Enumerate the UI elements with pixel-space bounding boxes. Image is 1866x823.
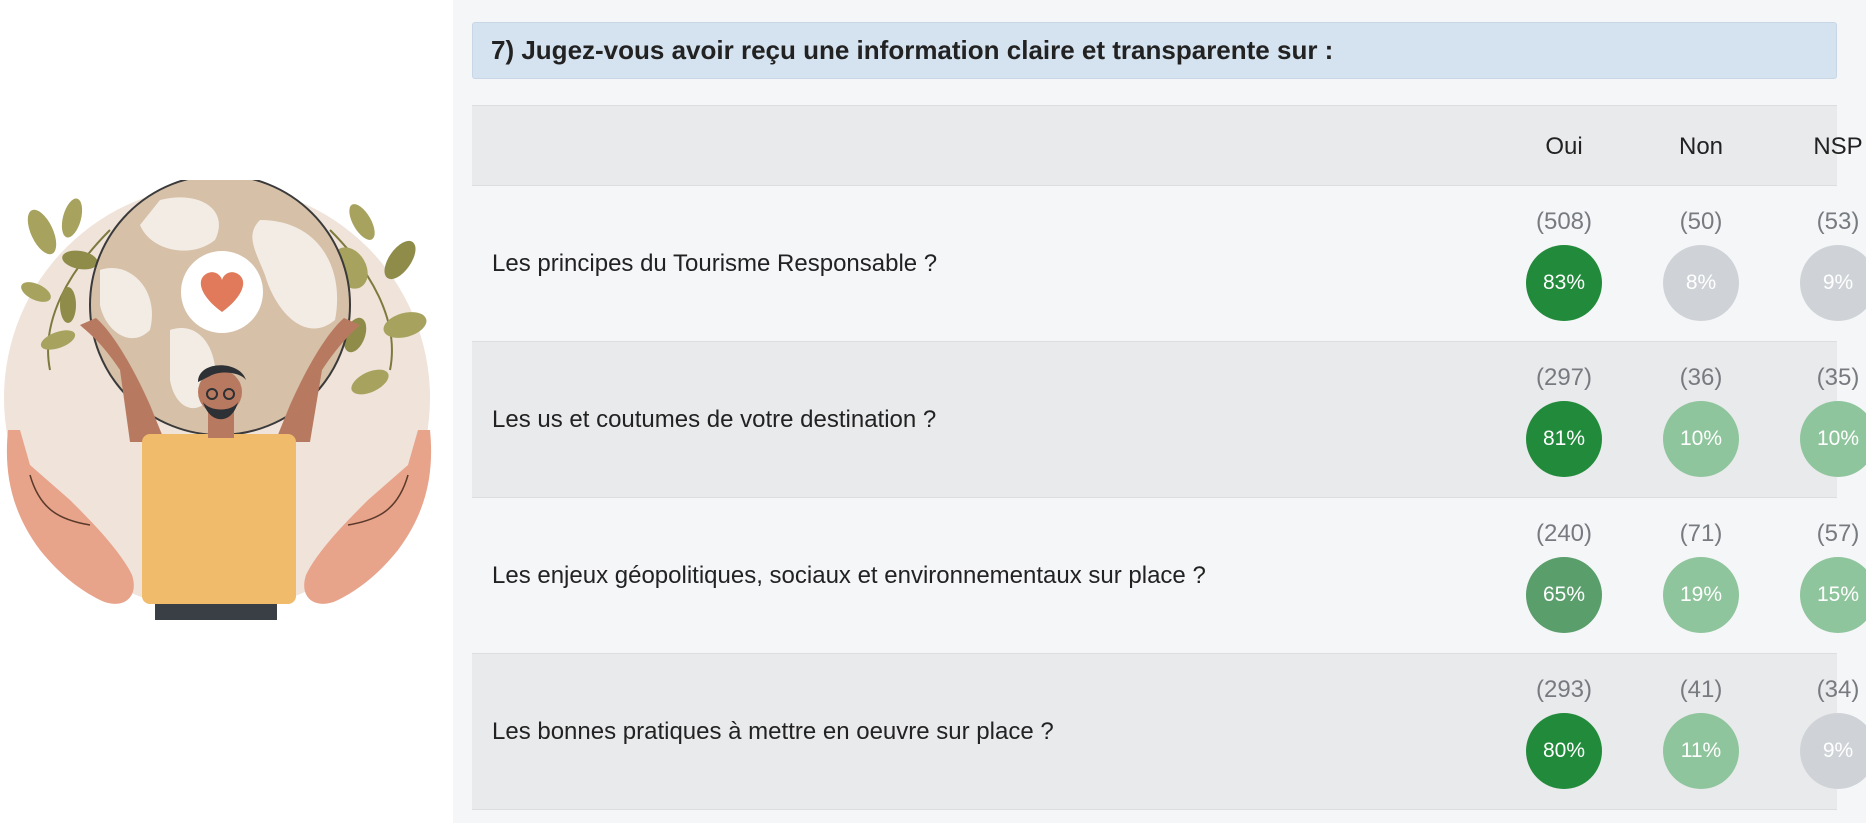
response-count: (71) <box>1679 520 1723 547</box>
cell-oui: (297) 81% <box>1509 364 1619 484</box>
results-table: Oui Non NSP Les principes du Tourisme Re… <box>472 105 1866 810</box>
table-row: Les principes du Tourisme Responsable ? … <box>472 186 1866 342</box>
column-header-nsp: NSP <box>1813 132 1863 160</box>
percentage-badge: 10% <box>1663 401 1739 477</box>
cell-nsp: (35) 10% <box>1783 364 1866 484</box>
percentage-badge: 11% <box>1663 713 1739 789</box>
cell-oui: (508) 83% <box>1509 208 1619 328</box>
response-count: (293) <box>1535 676 1593 703</box>
response-count: (41) <box>1679 676 1723 703</box>
cell-nsp: (34) 9% <box>1783 676 1866 796</box>
table-row: Les us et coutumes de votre destination … <box>472 342 1866 498</box>
column-header-non: Non <box>1678 132 1724 160</box>
cell-non: (50) 8% <box>1646 208 1756 328</box>
question-header: 7) Jugez-vous avoir reçu une information… <box>472 22 1837 79</box>
cell-non: (41) 11% <box>1646 676 1756 796</box>
row-label: Les enjeux géopolitiques, sociaux et env… <box>492 562 1206 589</box>
table-row: Les enjeux géopolitiques, sociaux et env… <box>472 498 1866 654</box>
response-count: (57) <box>1816 520 1860 547</box>
row-label: Les bonnes pratiques à mettre en oeuvre … <box>492 718 1054 745</box>
cell-oui: (293) 80% <box>1509 676 1619 796</box>
percentage-badge: 65% <box>1526 557 1602 633</box>
page: 7) Jugez-vous avoir reçu une information… <box>0 0 1866 823</box>
response-count: (508) <box>1535 208 1593 235</box>
column-header-oui: Oui <box>1545 132 1583 160</box>
percentage-badge: 81% <box>1526 401 1602 477</box>
percentage-badge: 10% <box>1800 401 1866 477</box>
response-count: (50) <box>1679 208 1723 235</box>
cell-non: (36) 10% <box>1646 364 1756 484</box>
globe-heart-illustration <box>4 180 432 620</box>
response-count: (297) <box>1535 364 1593 391</box>
response-count: (53) <box>1816 208 1860 235</box>
percentage-badge: 83% <box>1526 245 1602 321</box>
cell-nsp: (53) 9% <box>1783 208 1866 328</box>
cell-non: (71) 19% <box>1646 520 1756 640</box>
percentage-badge: 9% <box>1800 713 1866 789</box>
cell-nsp: (57) 15% <box>1783 520 1866 640</box>
table-header: Oui Non NSP <box>472 105 1863 186</box>
question-title: 7) Jugez-vous avoir reçu une information… <box>491 35 1334 65</box>
survey-panel: 7) Jugez-vous avoir reçu une information… <box>453 0 1866 823</box>
response-count: (35) <box>1816 364 1860 391</box>
table-row: Les bonnes pratiques à mettre en oeuvre … <box>472 654 1866 810</box>
percentage-badge: 8% <box>1663 245 1739 321</box>
row-label: Les us et coutumes de votre destination … <box>492 406 937 433</box>
percentage-badge: 80% <box>1526 713 1602 789</box>
response-count: (240) <box>1535 520 1593 547</box>
response-count: (36) <box>1679 364 1723 391</box>
percentage-badge: 9% <box>1800 245 1866 321</box>
row-label: Les principes du Tourisme Responsable ? <box>492 250 938 277</box>
response-count: (34) <box>1816 676 1860 703</box>
percentage-badge: 19% <box>1663 557 1739 633</box>
percentage-badge: 15% <box>1800 557 1866 633</box>
cell-oui: (240) 65% <box>1509 520 1619 640</box>
